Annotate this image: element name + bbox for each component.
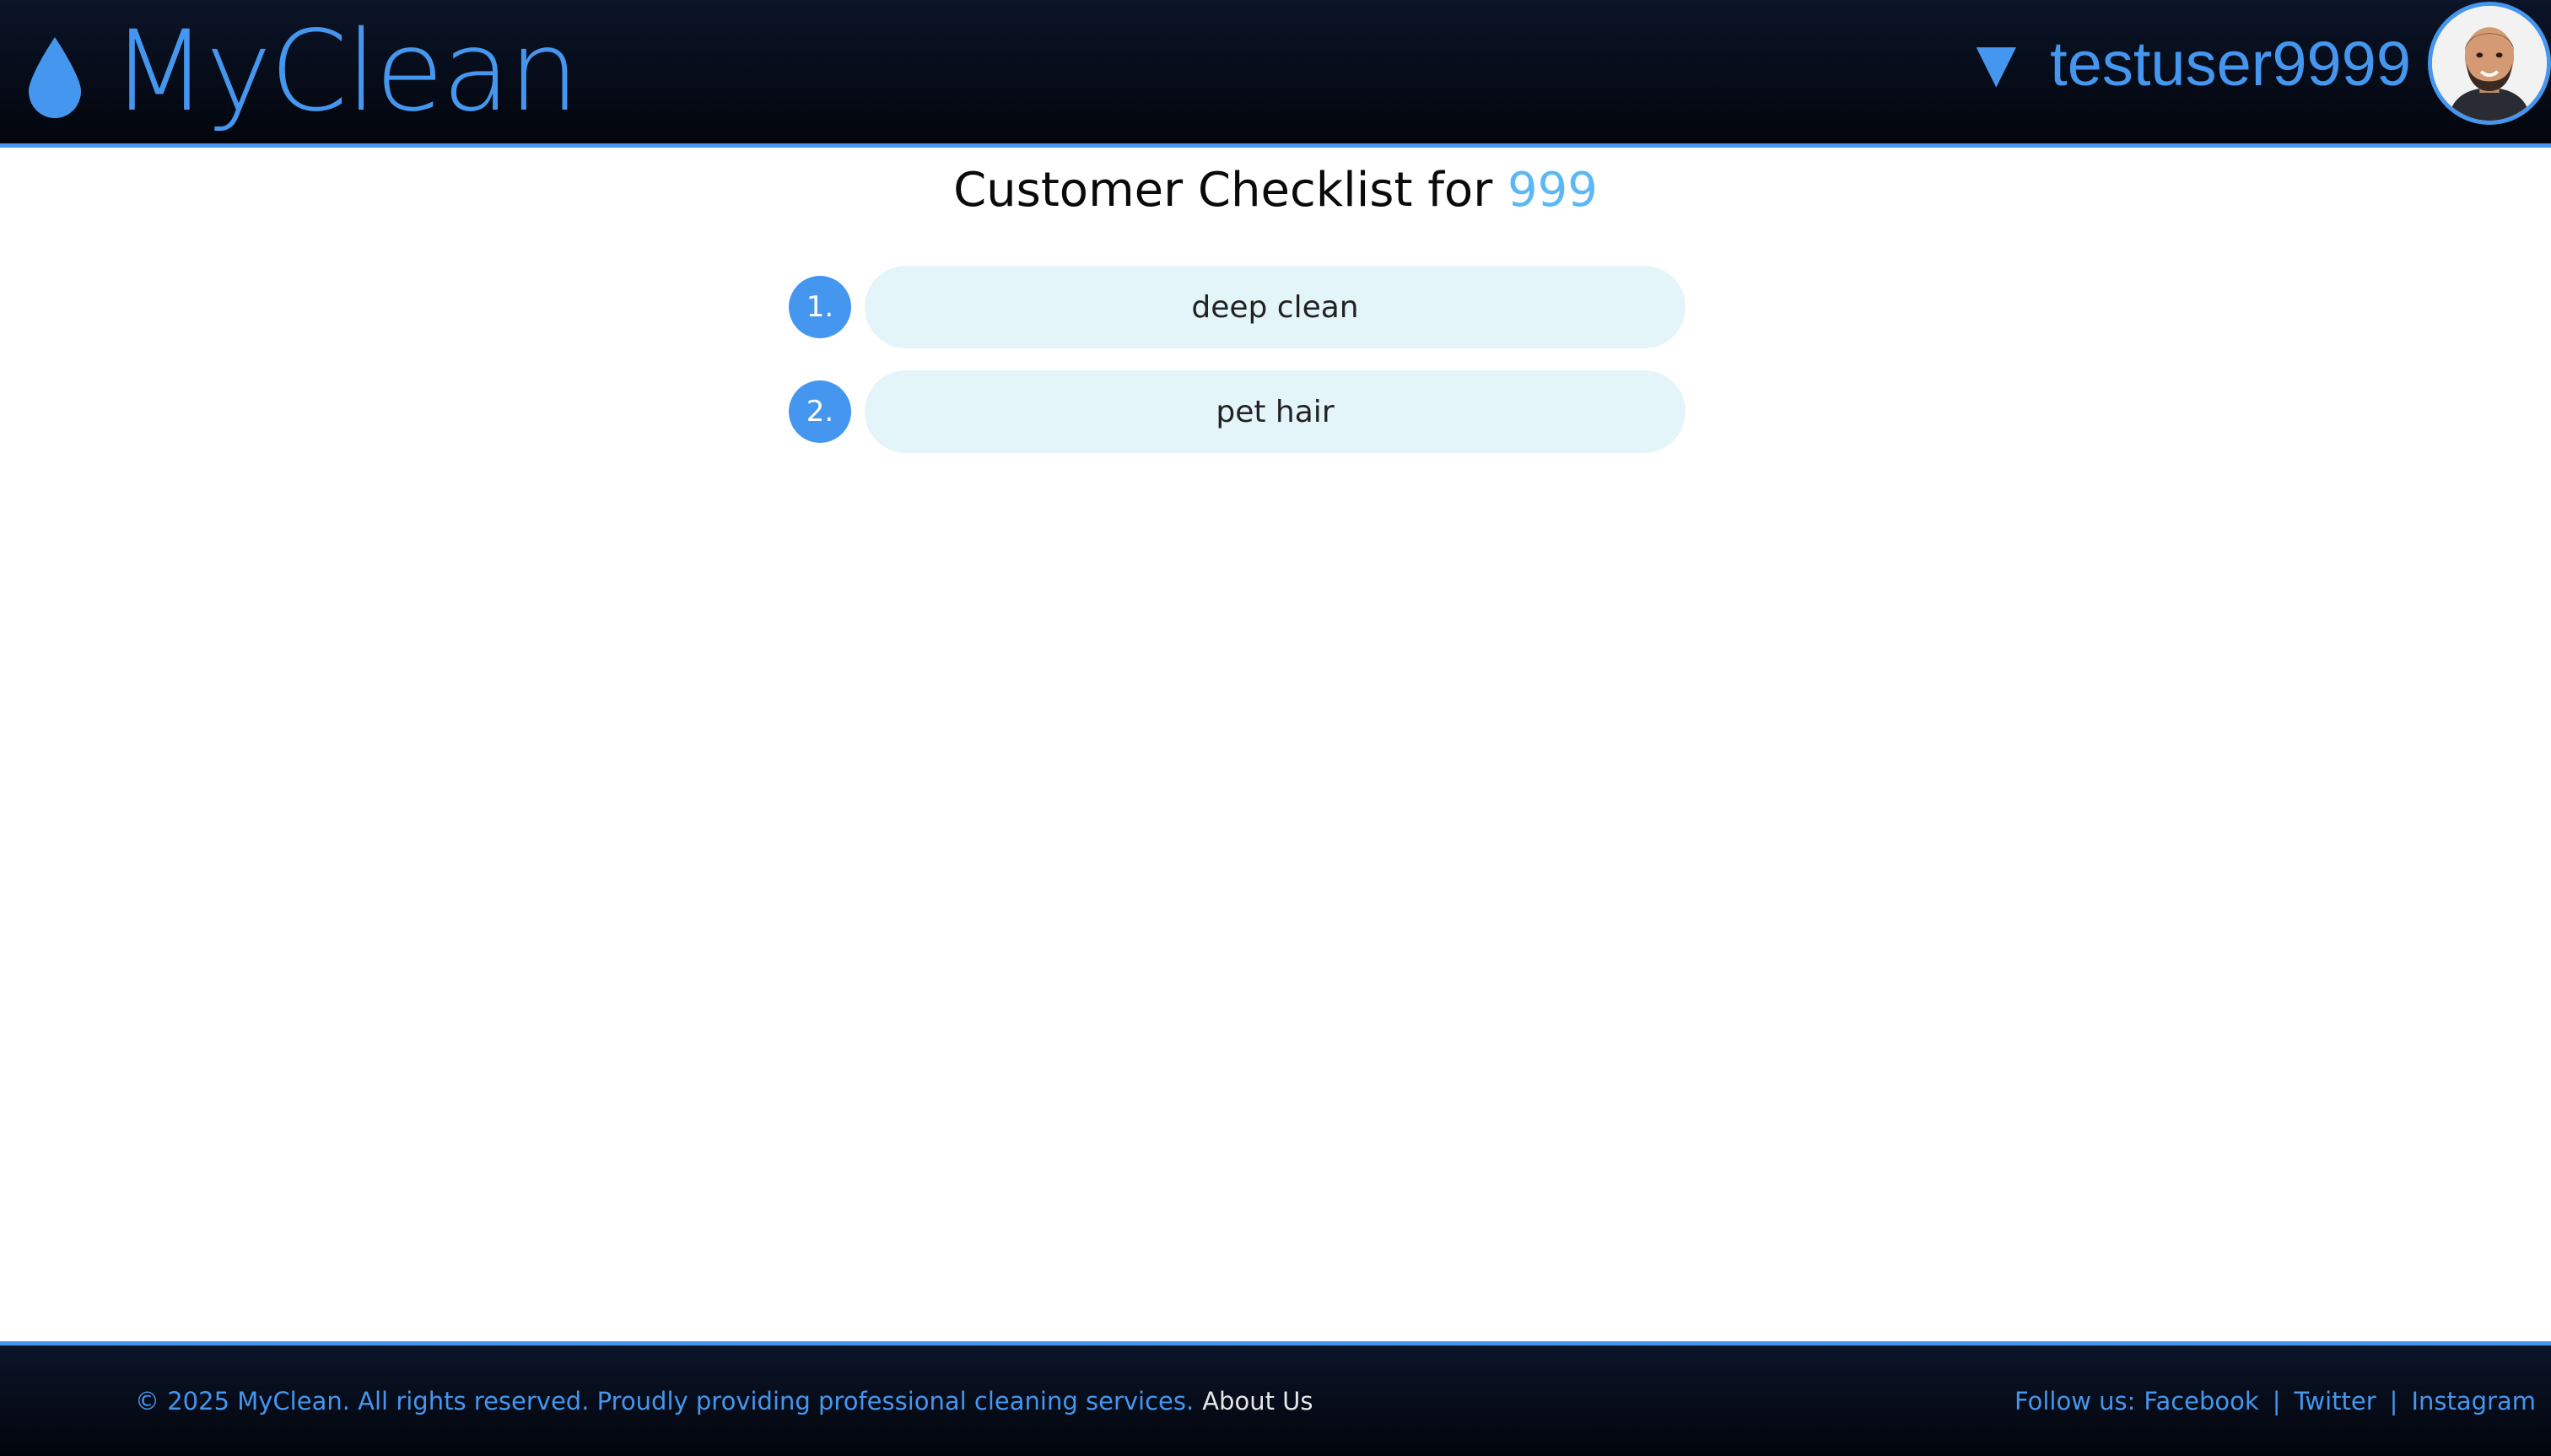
instagram-link[interactable]: Instagram: [2411, 1387, 2536, 1416]
checklist-item: 2. pet hair: [789, 370, 1687, 453]
user-avatar-icon: [2432, 6, 2547, 121]
logo-text: MyClean: [111, 7, 580, 137]
checklist-item-text: deep clean: [865, 266, 1685, 348]
page-title: Customer Checklist for 999: [0, 163, 2551, 218]
site-header: MyClean ▼ testuser9999: [0, 0, 2551, 148]
checklist-item-number: 2.: [789, 380, 851, 443]
page-title-prefix: Customer Checklist for: [953, 163, 1493, 218]
footer-social: Follow us: Facebook | Twitter | Instagra…: [2014, 1345, 2536, 1456]
checklist: 1. deep clean 2. pet hair: [789, 266, 1687, 475]
caret-down-icon[interactable]: ▼: [1976, 37, 2016, 89]
twitter-link[interactable]: Twitter: [2294, 1387, 2376, 1416]
about-us-link[interactable]: About Us: [1202, 1387, 1313, 1416]
avatar[interactable]: [2428, 2, 2551, 125]
site-footer: © 2025 MyClean. All rights reserved. Pro…: [0, 1341, 2551, 1456]
water-drop-icon: [29, 37, 81, 118]
copyright-text: © 2025 MyClean. All rights reserved. Pro…: [135, 1386, 1195, 1416]
checklist-item: 1. deep clean: [789, 266, 1687, 348]
logo[interactable]: MyClean: [25, 0, 580, 143]
checklist-item-number: 1.: [789, 276, 851, 338]
user-menu[interactable]: ▼ testuser9999: [1976, 0, 2551, 127]
customer-id: 999: [1507, 163, 1598, 218]
footer-copyright-area: © 2025 MyClean. All rights reserved. Pro…: [135, 1345, 1313, 1456]
username[interactable]: testuser9999: [2050, 28, 2411, 100]
separator: |: [2389, 1386, 2398, 1416]
facebook-link[interactable]: Facebook: [2144, 1387, 2258, 1416]
separator: |: [2272, 1386, 2281, 1416]
checklist-item-text: pet hair: [865, 370, 1685, 453]
follow-label: Follow us:: [2014, 1386, 2136, 1416]
